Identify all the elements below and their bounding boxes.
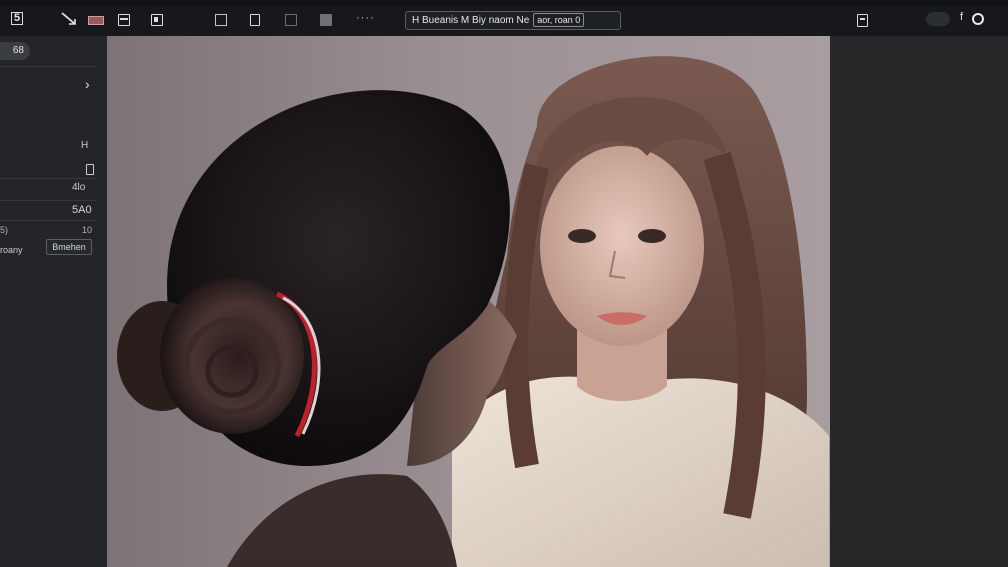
doc-icon[interactable] — [215, 14, 227, 26]
sidebar-divider — [0, 220, 96, 221]
top-toolbar: 5 ···· H Bueanis M Biy naom Ne aor, roan … — [0, 0, 1008, 37]
grid-icon[interactable] — [285, 14, 297, 26]
export-icon[interactable] — [857, 14, 868, 27]
sidebar-divider — [0, 200, 96, 201]
arrow-tool-icon[interactable] — [60, 11, 78, 27]
sidebar-tab-pill[interactable]: 68 — [0, 42, 30, 60]
sidebar-row-label: roany — [0, 245, 23, 255]
sidebar-row-value: 5A0 — [72, 204, 92, 216]
sidebar-divider — [0, 66, 96, 67]
right-panel — [830, 36, 1008, 567]
image-icon[interactable] — [320, 14, 332, 26]
app-icon[interactable]: 5 — [11, 12, 24, 25]
phone-icon[interactable] — [86, 164, 94, 175]
more-icon[interactable]: ···· — [356, 12, 375, 24]
sidebar-action-button[interactable]: Bmehen — [46, 239, 92, 255]
sidebar-divider — [0, 178, 96, 179]
toggle-icon[interactable] — [926, 12, 950, 26]
sidebar-row-label: 5) — [0, 225, 9, 235]
swatch-icon[interactable] — [88, 16, 104, 25]
record-icon[interactable] — [972, 13, 984, 25]
image-canvas[interactable] — [107, 36, 830, 567]
frame-icon[interactable] — [151, 14, 163, 26]
record-label: f — [960, 11, 964, 23]
sidebar-row-value: H — [81, 140, 89, 151]
sidebar-row-value: 10 — [82, 225, 93, 235]
sidebar-row-value: 4lo — [72, 182, 86, 193]
info-icon[interactable] — [250, 14, 260, 26]
title-badge[interactable]: aor, roan 0 — [533, 13, 585, 27]
title-strip — [0, 0, 1008, 6]
layer-icon[interactable] — [118, 14, 130, 26]
document-title: H Bueanis M Biy naom Ne — [412, 15, 530, 26]
canvas-artwork — [107, 36, 830, 567]
left-sidebar: 68 › H 4lo 5A0 5) 10 roany Bmehen — [0, 36, 108, 567]
chevron-right-icon[interactable]: › — [85, 76, 90, 92]
document-title-field[interactable]: H Bueanis M Biy naom Ne aor, roan 0 — [405, 11, 621, 30]
